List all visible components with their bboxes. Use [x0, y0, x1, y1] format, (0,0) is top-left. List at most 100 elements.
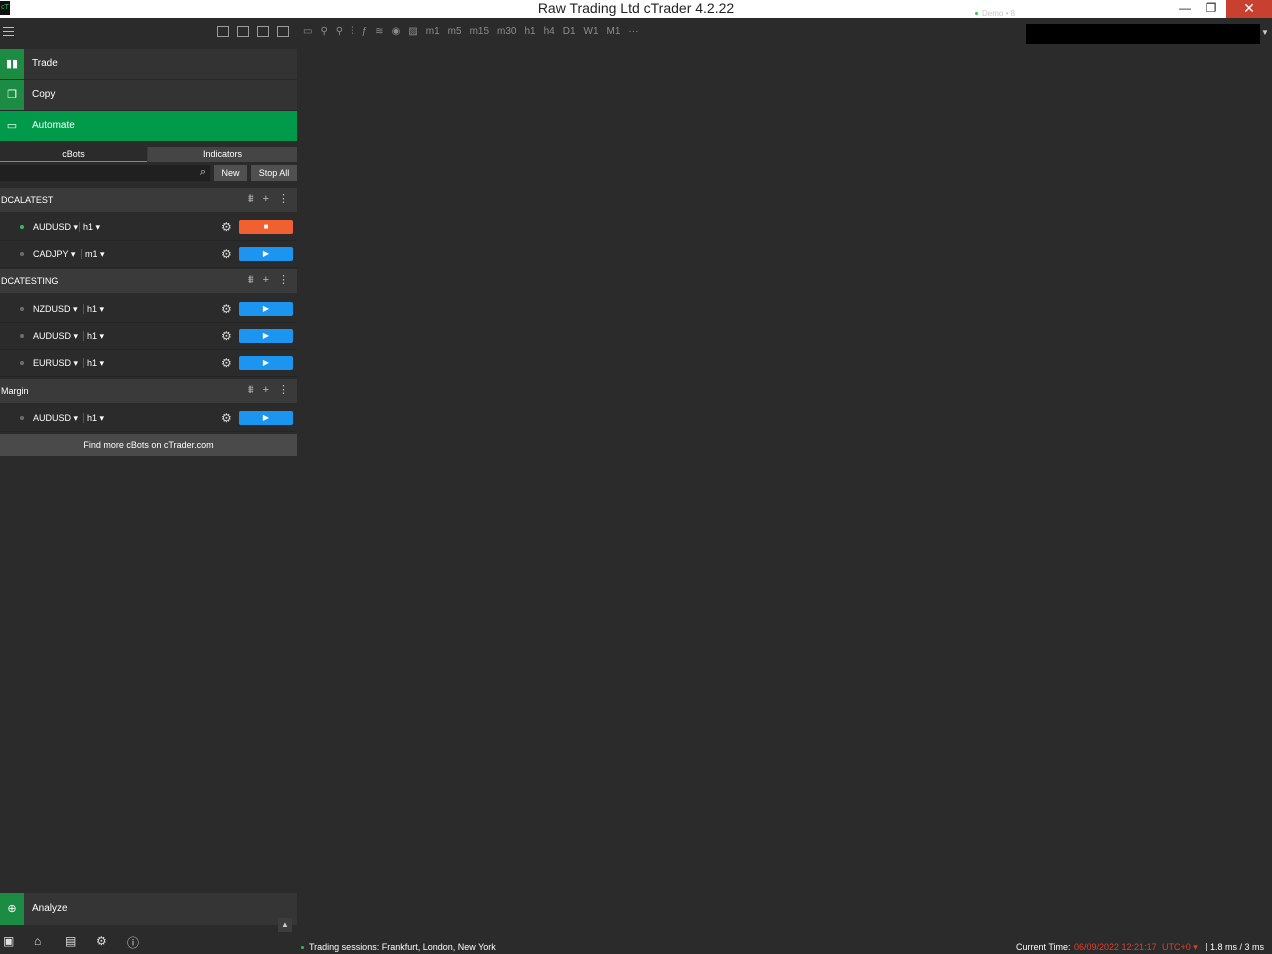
- template-icon[interactable]: ▨: [408, 26, 417, 38]
- group-instances-icon[interactable]: ⩩: [248, 193, 254, 206]
- play-button[interactable]: ▶: [239, 302, 293, 316]
- zoom-in-icon[interactable]: ⚲: [320, 26, 327, 38]
- cbot-search-input[interactable]: ⌕: [0, 165, 210, 181]
- stop-button[interactable]: ■: [239, 220, 293, 234]
- group-instances-icon[interactable]: ⩩: [248, 274, 254, 287]
- tf-m5[interactable]: m5: [448, 26, 462, 38]
- cbot-instance-row[interactable]: AUDUSD ▾ h1 ▾ ⚙ ▶: [0, 323, 297, 350]
- play-button[interactable]: ▶: [239, 411, 293, 425]
- nav-trade-label: Trade: [32, 58, 58, 69]
- chart-layout-icon[interactable]: ▭: [303, 26, 312, 38]
- instance-timeframe[interactable]: h1 ▾: [82, 405, 104, 431]
- indicators-icon[interactable]: ƒ: [362, 26, 368, 38]
- cbot-group-name: DCALATEST: [1, 195, 54, 205]
- news-icon[interactable]: ▤: [65, 934, 76, 948]
- instance-timeframe[interactable]: h1 ▾: [82, 296, 104, 322]
- more-options-icon[interactable]: ···: [628, 26, 638, 38]
- trade-candles-icon: ▮▮: [0, 49, 24, 79]
- nav-analyze[interactable]: ⊕ Analyze: [0, 893, 297, 925]
- gear-icon[interactable]: ⚙: [221, 405, 232, 431]
- more-options-icon[interactable]: ⋮: [278, 193, 289, 206]
- instance-symbol[interactable]: AUDUSD ▾: [33, 405, 78, 431]
- tf-w1[interactable]: W1: [584, 26, 599, 38]
- add-instance-icon[interactable]: +: [263, 193, 269, 206]
- store-icon[interactable]: ⌂: [34, 934, 41, 948]
- nav-trade[interactable]: ▮▮ Trade: [0, 49, 297, 80]
- keyboard-icon[interactable]: [277, 26, 289, 37]
- sound-off-icon[interactable]: [257, 26, 269, 37]
- play-button[interactable]: ▶: [239, 356, 293, 370]
- instance-timeframe[interactable]: m1 ▾: [81, 241, 105, 267]
- maximize-button[interactable]: ❐: [1198, 0, 1224, 18]
- gear-icon[interactable]: ⚙: [221, 296, 232, 322]
- instance-symbol[interactable]: NZDUSD ▾: [33, 296, 78, 322]
- briefcase-icon[interactable]: ▣: [3, 934, 14, 948]
- more-options-icon[interactable]: ⋮: [278, 274, 289, 287]
- play-button[interactable]: ▶: [239, 247, 293, 261]
- tab-cbots[interactable]: cBots: [0, 147, 147, 162]
- stop-all-button[interactable]: Stop All: [251, 165, 297, 181]
- cbot-group-header[interactable]: Margin ⩩ + ⋮: [0, 379, 297, 403]
- layers-icon[interactable]: ≋: [375, 26, 383, 38]
- detach-icon[interactable]: [237, 26, 249, 37]
- tf-m15[interactable]: m15: [470, 26, 489, 38]
- cbot-instance-row[interactable]: AUDUSD ▾ h1 ▾ ⚙ ▶: [0, 405, 297, 432]
- instance-timeframe[interactable]: h1 ▾: [82, 350, 104, 376]
- zoom-out-icon[interactable]: ⚲: [336, 26, 343, 38]
- play-button[interactable]: ▶: [239, 329, 293, 343]
- instance-symbol[interactable]: EURUSD ▾: [33, 350, 78, 376]
- cbot-instance-row[interactable]: NZDUSD ▾ h1 ▾ ⚙ ▶: [0, 296, 297, 323]
- chart-type-icon[interactable]: ⫶: [351, 26, 354, 38]
- account-number-redacted: [1026, 24, 1260, 44]
- help-icon[interactable]: ⓘ: [127, 934, 139, 951]
- instance-symbol[interactable]: AUDUSD ▾: [33, 214, 78, 240]
- cbot-instance-row[interactable]: AUDUSD ▾ h1 ▾ ⚙ ■: [0, 214, 297, 241]
- settings-gear-icon[interactable]: ⚙: [96, 934, 107, 948]
- more-options-icon[interactable]: ⋮: [278, 384, 289, 397]
- instance-timeframe[interactable]: h1 ▾: [78, 214, 100, 240]
- hamburger-menu-icon[interactable]: [3, 27, 14, 37]
- add-instance-icon[interactable]: +: [263, 274, 269, 287]
- trading-sessions-text[interactable]: Trading sessions: Frankfurt, London, New…: [309, 942, 496, 952]
- tf-d1[interactable]: D1: [563, 26, 576, 38]
- stopped-status-dot: [20, 416, 24, 420]
- nav-copy[interactable]: ❐ Copy: [0, 80, 297, 111]
- stopped-status-dot: [20, 361, 24, 365]
- search-icon[interactable]: ⌕: [200, 166, 206, 179]
- gear-icon[interactable]: ⚙: [221, 214, 232, 240]
- find-more-cbots-link[interactable]: Find more cBots on cTrader.com: [0, 434, 297, 456]
- stopped-status-dot: [20, 334, 24, 338]
- minimize-button[interactable]: —: [1172, 0, 1198, 18]
- close-button[interactable]: ✕: [1226, 0, 1272, 18]
- tf-h4[interactable]: h4: [544, 26, 555, 38]
- cbot-instance-row[interactable]: CADJPY ▾ m1 ▾ ⚙ ▶: [0, 241, 297, 268]
- cbot-instance-row[interactable]: EURUSD ▾ h1 ▾ ⚙ ▶: [0, 350, 297, 377]
- group-instances-icon[interactable]: ⩩: [248, 384, 254, 397]
- instance-symbol[interactable]: CADJPY ▾: [33, 241, 75, 267]
- nav-automate-label: Automate: [32, 120, 75, 131]
- tf-m1[interactable]: m1: [426, 26, 440, 38]
- cbot-group-header[interactable]: DCATESTING ⩩ + ⋮: [0, 269, 297, 293]
- tf-mn1[interactable]: M1: [607, 26, 621, 38]
- gear-icon[interactable]: ⚙: [221, 350, 232, 376]
- add-instance-icon[interactable]: +: [263, 384, 269, 397]
- gear-icon[interactable]: ⚙: [221, 323, 232, 349]
- tab-indicators[interactable]: Indicators: [148, 147, 297, 162]
- chevron-down-icon[interactable]: ▼: [1261, 28, 1269, 37]
- tf-h1[interactable]: h1: [524, 26, 535, 38]
- instance-symbol[interactable]: AUDUSD ▾: [33, 323, 78, 349]
- instance-timeframe[interactable]: h1 ▾: [82, 323, 104, 349]
- nav-automate[interactable]: ▭ Automate: [0, 111, 297, 142]
- fullscreen-icon[interactable]: [217, 26, 229, 37]
- new-cbot-button[interactable]: New: [214, 165, 247, 181]
- eye-icon[interactable]: ◉: [392, 26, 401, 38]
- cbot-group-header[interactable]: DCALATEST ⩩ + ⋮: [0, 188, 297, 212]
- account-label: Demo • 8: [982, 9, 1016, 18]
- account-selector[interactable]: Demo • 8: [975, 9, 1015, 18]
- timezone-selector[interactable]: UTC+0 ▾: [1162, 942, 1198, 953]
- gear-icon[interactable]: ⚙: [221, 241, 232, 267]
- analyze-zoom-icon: ⊕: [0, 893, 24, 925]
- tf-m30[interactable]: m30: [497, 26, 516, 38]
- current-time-label: Current Time:: [1016, 942, 1071, 952]
- group-actions: ⩩ + ⋮: [248, 274, 289, 287]
